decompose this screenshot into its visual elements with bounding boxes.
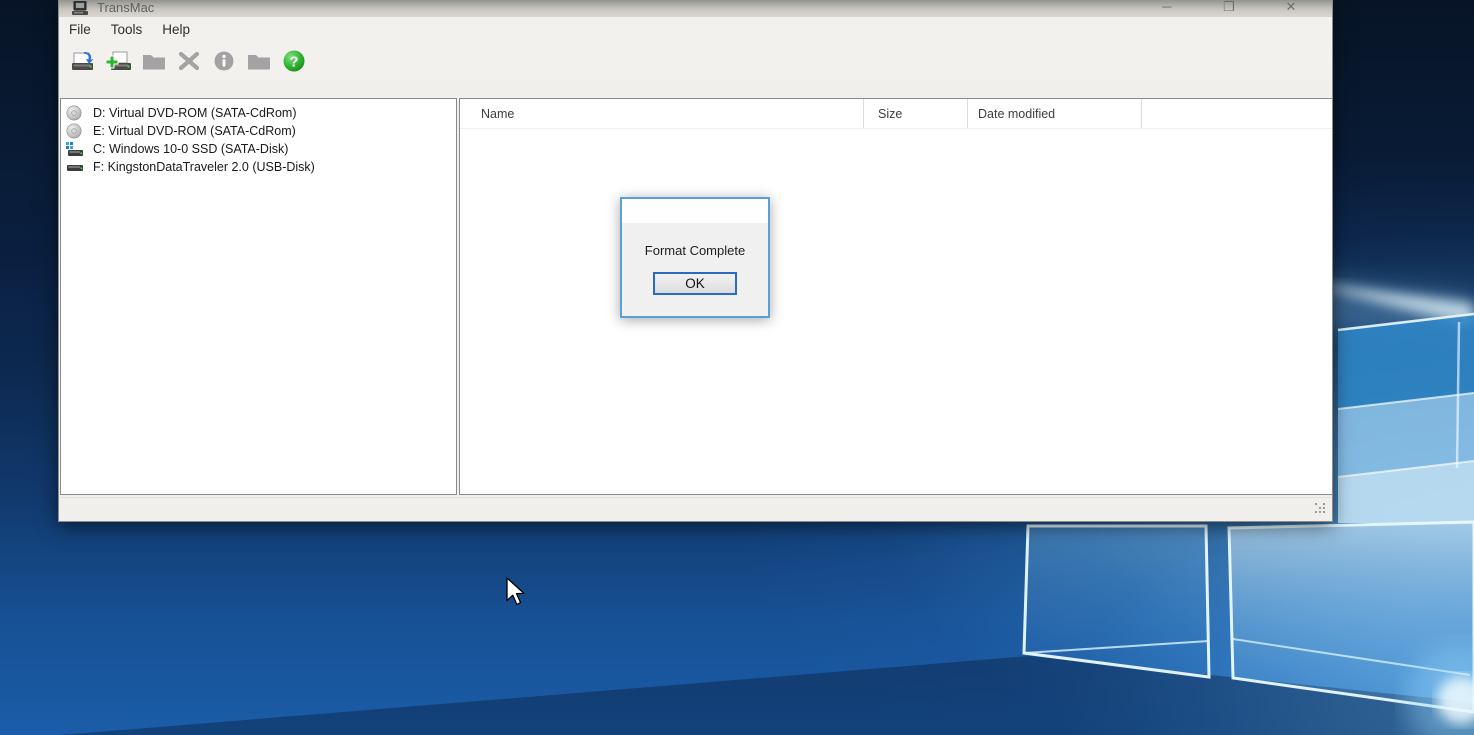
open-folder-icon	[141, 49, 167, 73]
menu-file[interactable]: File	[59, 17, 101, 43]
maximize-button[interactable]: ❒	[1206, 0, 1252, 15]
drive-row-d[interactable]: D: Virtual DVD-ROM (SATA-CdRom)	[61, 104, 456, 122]
cdrom-drive-icon	[66, 123, 84, 139]
drive-row-c[interactable]: C: Windows 10-0 SSD (SATA-Disk)	[61, 140, 456, 158]
close-button[interactable]: ✕	[1268, 0, 1314, 15]
dialog-message: Format Complete	[644, 243, 746, 258]
status-bar	[60, 497, 1331, 519]
transmac-app-icon	[72, 1, 88, 15]
menu-help[interactable]: Help	[152, 17, 200, 43]
usb-disk-icon	[66, 159, 84, 175]
delete-icon	[176, 49, 202, 73]
help-icon[interactable]: ?	[281, 49, 307, 73]
column-header-date-modified[interactable]: Date modified	[968, 99, 1142, 128]
properties-info-icon	[211, 49, 237, 73]
titlebar[interactable]: TransMac ─ ❒ ✕	[59, 0, 1332, 17]
column-header-name[interactable]: Name	[460, 99, 864, 128]
ok-button[interactable]: OK	[653, 272, 737, 295]
column-header-size[interactable]: Size	[864, 99, 968, 128]
expand-folder-icon	[246, 49, 272, 73]
drive-label: F: KingstonDataTraveler 2.0 (USB-Disk)	[93, 160, 315, 174]
menubar: File Tools Help	[59, 17, 1332, 43]
file-list-header: Name Size Date modified	[460, 99, 1332, 129]
drive-label: D: Virtual DVD-ROM (SATA-CdRom)	[93, 106, 297, 120]
minimize-button[interactable]: ─	[1144, 0, 1190, 15]
dialog-titlebar[interactable]	[622, 199, 768, 223]
file-list-panel[interactable]: Name Size Date modified	[459, 98, 1333, 495]
drive-label: E: Virtual DVD-ROM (SATA-CdRom)	[93, 124, 296, 138]
drive-row-e[interactable]: E: Virtual DVD-ROM (SATA-CdRom)	[61, 122, 456, 140]
drive-label: C: Windows 10-0 SSD (SATA-Disk)	[93, 142, 289, 156]
windows-disk-icon	[66, 141, 84, 157]
drive-row-f[interactable]: F: KingstonDataTraveler 2.0 (USB-Disk)	[61, 158, 456, 176]
menu-tools[interactable]: Tools	[101, 17, 153, 43]
format-complete-dialog: Format Complete OK	[620, 197, 770, 318]
toolbar: ?	[59, 43, 1332, 79]
dialog-body: Format Complete OK	[622, 223, 768, 316]
open-disk-image-icon[interactable]	[71, 49, 97, 73]
cdrom-drive-icon	[66, 105, 84, 121]
window-title: TransMac	[97, 0, 155, 15]
drive-tree-panel[interactable]: D: Virtual DVD-ROM (SATA-CdRom) E: Virtu…	[60, 98, 457, 495]
mouse-cursor-icon	[506, 577, 525, 606]
resize-grip-icon[interactable]	[1315, 503, 1327, 515]
create-disk-image-icon[interactable]	[106, 49, 132, 73]
svg-text:?: ?	[289, 54, 298, 71]
